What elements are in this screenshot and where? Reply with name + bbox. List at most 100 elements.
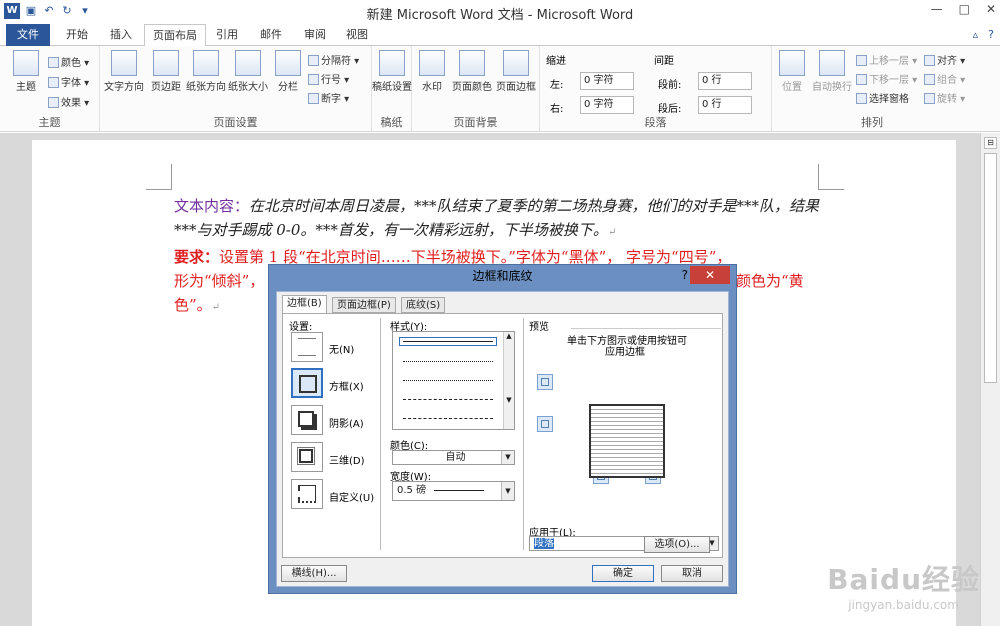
content-label: 文本内容：	[174, 197, 250, 215]
rotate-icon	[924, 93, 935, 104]
top-border-icon[interactable]	[537, 374, 553, 390]
align-button[interactable]: 对齐 ▾	[924, 52, 965, 67]
setting-box-label[interactable]: 方框(X)	[329, 378, 364, 393]
setting-custom-label[interactable]: 自定义(U)	[329, 489, 374, 504]
style-list-scrollbar[interactable]: ▲ ▼	[503, 332, 514, 429]
group-manuscript: 稿纸设置 稿纸	[372, 46, 412, 132]
spacing-before-input[interactable]: 0 行	[698, 72, 752, 90]
setting-box-icon[interactable]	[291, 368, 323, 398]
hyphenation-button[interactable]: 断字 ▾	[308, 90, 349, 105]
indent-right-input[interactable]: 0 字符	[580, 96, 634, 114]
send-backward-icon	[856, 74, 867, 85]
bottom-border-icon[interactable]	[537, 416, 553, 432]
watermark-line-2: jingyan.baidu.com	[848, 598, 959, 612]
send-backward-button[interactable]: 下移一层 ▾	[856, 71, 917, 86]
selection-pane-button[interactable]: 选择窗格	[856, 90, 909, 105]
window-title: 新建 Microsoft Word 文档 - Microsoft Word	[366, 8, 634, 23]
theme-fonts-button[interactable]: 字体 ▾	[48, 74, 89, 89]
border-preview[interactable]	[589, 404, 665, 478]
setting-shadow-icon[interactable]	[291, 405, 323, 435]
dialog-close-button[interactable]: ✕	[690, 266, 730, 284]
group-paragraph: 缩进 左: 0 字符 右: 0 字符 间距 段前: 0 行 段后: 0 行 段落	[540, 46, 772, 132]
page-borders-button[interactable]: 页面边框	[494, 50, 538, 93]
setting-3d-label[interactable]: 三维(D)	[329, 452, 365, 467]
style-dashed[interactable]	[403, 399, 493, 400]
maximize-icon[interactable]: □	[959, 2, 970, 16]
tab-file[interactable]: 文件	[6, 24, 50, 46]
watermark-line-1: Baidu经验	[827, 563, 980, 596]
group-icon	[924, 74, 935, 85]
margins-icon	[153, 50, 179, 76]
style-fine-dashed[interactable]	[403, 380, 493, 381]
orientation-button[interactable]: 纸张方向	[184, 50, 228, 93]
setting-shadow-label[interactable]: 阴影(A)	[329, 415, 364, 430]
ribbon: 主题 颜色 ▾ 字体 ▾ 效果 ▾ 主题 文字方向 页边距 纸张方向 纸张大小 …	[0, 46, 1000, 132]
setting-none-label[interactable]: 无(N)	[329, 341, 354, 356]
spacing-after-input[interactable]: 0 行	[698, 96, 752, 114]
options-button[interactable]: 选项(O)...	[644, 536, 710, 553]
rotate-button[interactable]: 旋转 ▾	[924, 90, 965, 105]
group-label-page-setup: 页面设置	[213, 116, 258, 129]
page-color-button[interactable]: 页面颜色	[450, 50, 494, 93]
tab-references[interactable]: 引用	[208, 24, 246, 46]
close-icon[interactable]: ✕	[986, 2, 996, 16]
horizontal-line-button[interactable]: 横线(H)...	[281, 565, 347, 582]
wrap-text-button[interactable]: 自动换行	[808, 50, 856, 93]
minimize-icon[interactable]: —	[931, 2, 943, 16]
scrollbar-thumb[interactable]	[984, 153, 997, 383]
text-direction-icon	[111, 50, 137, 76]
theme-effects-button[interactable]: 效果 ▾	[48, 94, 89, 109]
theme-colors-button[interactable]: 颜色 ▾	[48, 54, 89, 69]
margins-button[interactable]: 页边距	[144, 50, 188, 93]
paragraph-mark: ↵	[607, 227, 617, 238]
requirement-line-3: 色”。	[174, 296, 212, 314]
collapse-ribbon-icon[interactable]: ▵	[973, 28, 979, 41]
help-icon[interactable]: ?	[682, 268, 688, 282]
window-controls: — □ ✕	[931, 2, 996, 16]
group-objects-button[interactable]: 组合 ▾	[924, 71, 965, 86]
style-dash-dot[interactable]	[403, 418, 493, 419]
tab-view[interactable]: 视图	[338, 24, 376, 46]
tab-borders[interactable]: 边框(B)	[282, 295, 327, 314]
selection-pane-icon	[856, 93, 867, 104]
breaks-button[interactable]: 分隔符 ▾	[308, 52, 359, 67]
watermark-icon	[419, 50, 445, 76]
paper-size-button[interactable]: 纸张大小	[226, 50, 270, 93]
themes-button[interactable]: 主题	[4, 50, 48, 93]
line-numbers-button[interactable]: 行号 ▾	[308, 71, 349, 86]
ruler-toggle-icon[interactable]: ⊟	[984, 137, 997, 149]
tab-page-border[interactable]: 页面边框(P)	[332, 297, 396, 313]
setting-none-icon[interactable]	[291, 332, 323, 362]
style-solid[interactable]	[399, 337, 497, 346]
tab-page-layout[interactable]: 页面布局	[144, 24, 206, 47]
cancel-button[interactable]: 取消	[661, 565, 723, 582]
tab-shading[interactable]: 底纹(S)	[401, 297, 446, 313]
color-select[interactable]: 自动 ▼	[392, 450, 515, 465]
text-direction-button[interactable]: 文字方向	[102, 50, 146, 93]
setting-3d-icon[interactable]	[291, 442, 323, 472]
vertical-scrollbar[interactable]: ⊟	[980, 133, 1000, 626]
tab-home[interactable]: 开始	[58, 24, 96, 46]
tab-review[interactable]: 审阅	[296, 24, 334, 46]
title-bar: W ▣ ↶ ↻ ▾ 新建 Microsoft Word 文档 - Microso…	[0, 0, 1000, 24]
indent-left-input[interactable]: 0 字符	[580, 72, 634, 90]
setting-custom-icon[interactable]	[291, 479, 323, 509]
manuscript-settings-button[interactable]: 稿纸设置	[370, 50, 414, 93]
watermark-button[interactable]: 水印	[410, 50, 454, 93]
help-icon[interactable]: ?	[988, 28, 994, 41]
chevron-down-icon[interactable]: ▼	[501, 451, 514, 464]
crop-mark-top-right	[818, 164, 844, 190]
ok-button[interactable]: 确定	[592, 565, 654, 582]
width-select[interactable]: 0.5 磅 ▼	[392, 481, 515, 501]
line-numbers-icon	[308, 74, 319, 85]
chevron-down-icon[interactable]: ▼	[501, 482, 514, 500]
indent-right-label: 右:	[550, 104, 564, 115]
style-dotted[interactable]	[403, 361, 493, 362]
breaks-icon	[308, 55, 319, 66]
tab-mailings[interactable]: 邮件	[252, 24, 290, 46]
group-page-setup: 文字方向 页边距 纸张方向 纸张大小 分栏 分隔符 ▾ 行号 ▾ 断字 ▾ 页面…	[100, 46, 372, 132]
bring-forward-button[interactable]: 上移一层 ▾	[856, 52, 917, 67]
columns-button[interactable]: 分栏	[266, 50, 310, 93]
line-style-list[interactable]: ▲ ▼	[392, 331, 515, 430]
tab-insert[interactable]: 插入	[102, 24, 140, 46]
